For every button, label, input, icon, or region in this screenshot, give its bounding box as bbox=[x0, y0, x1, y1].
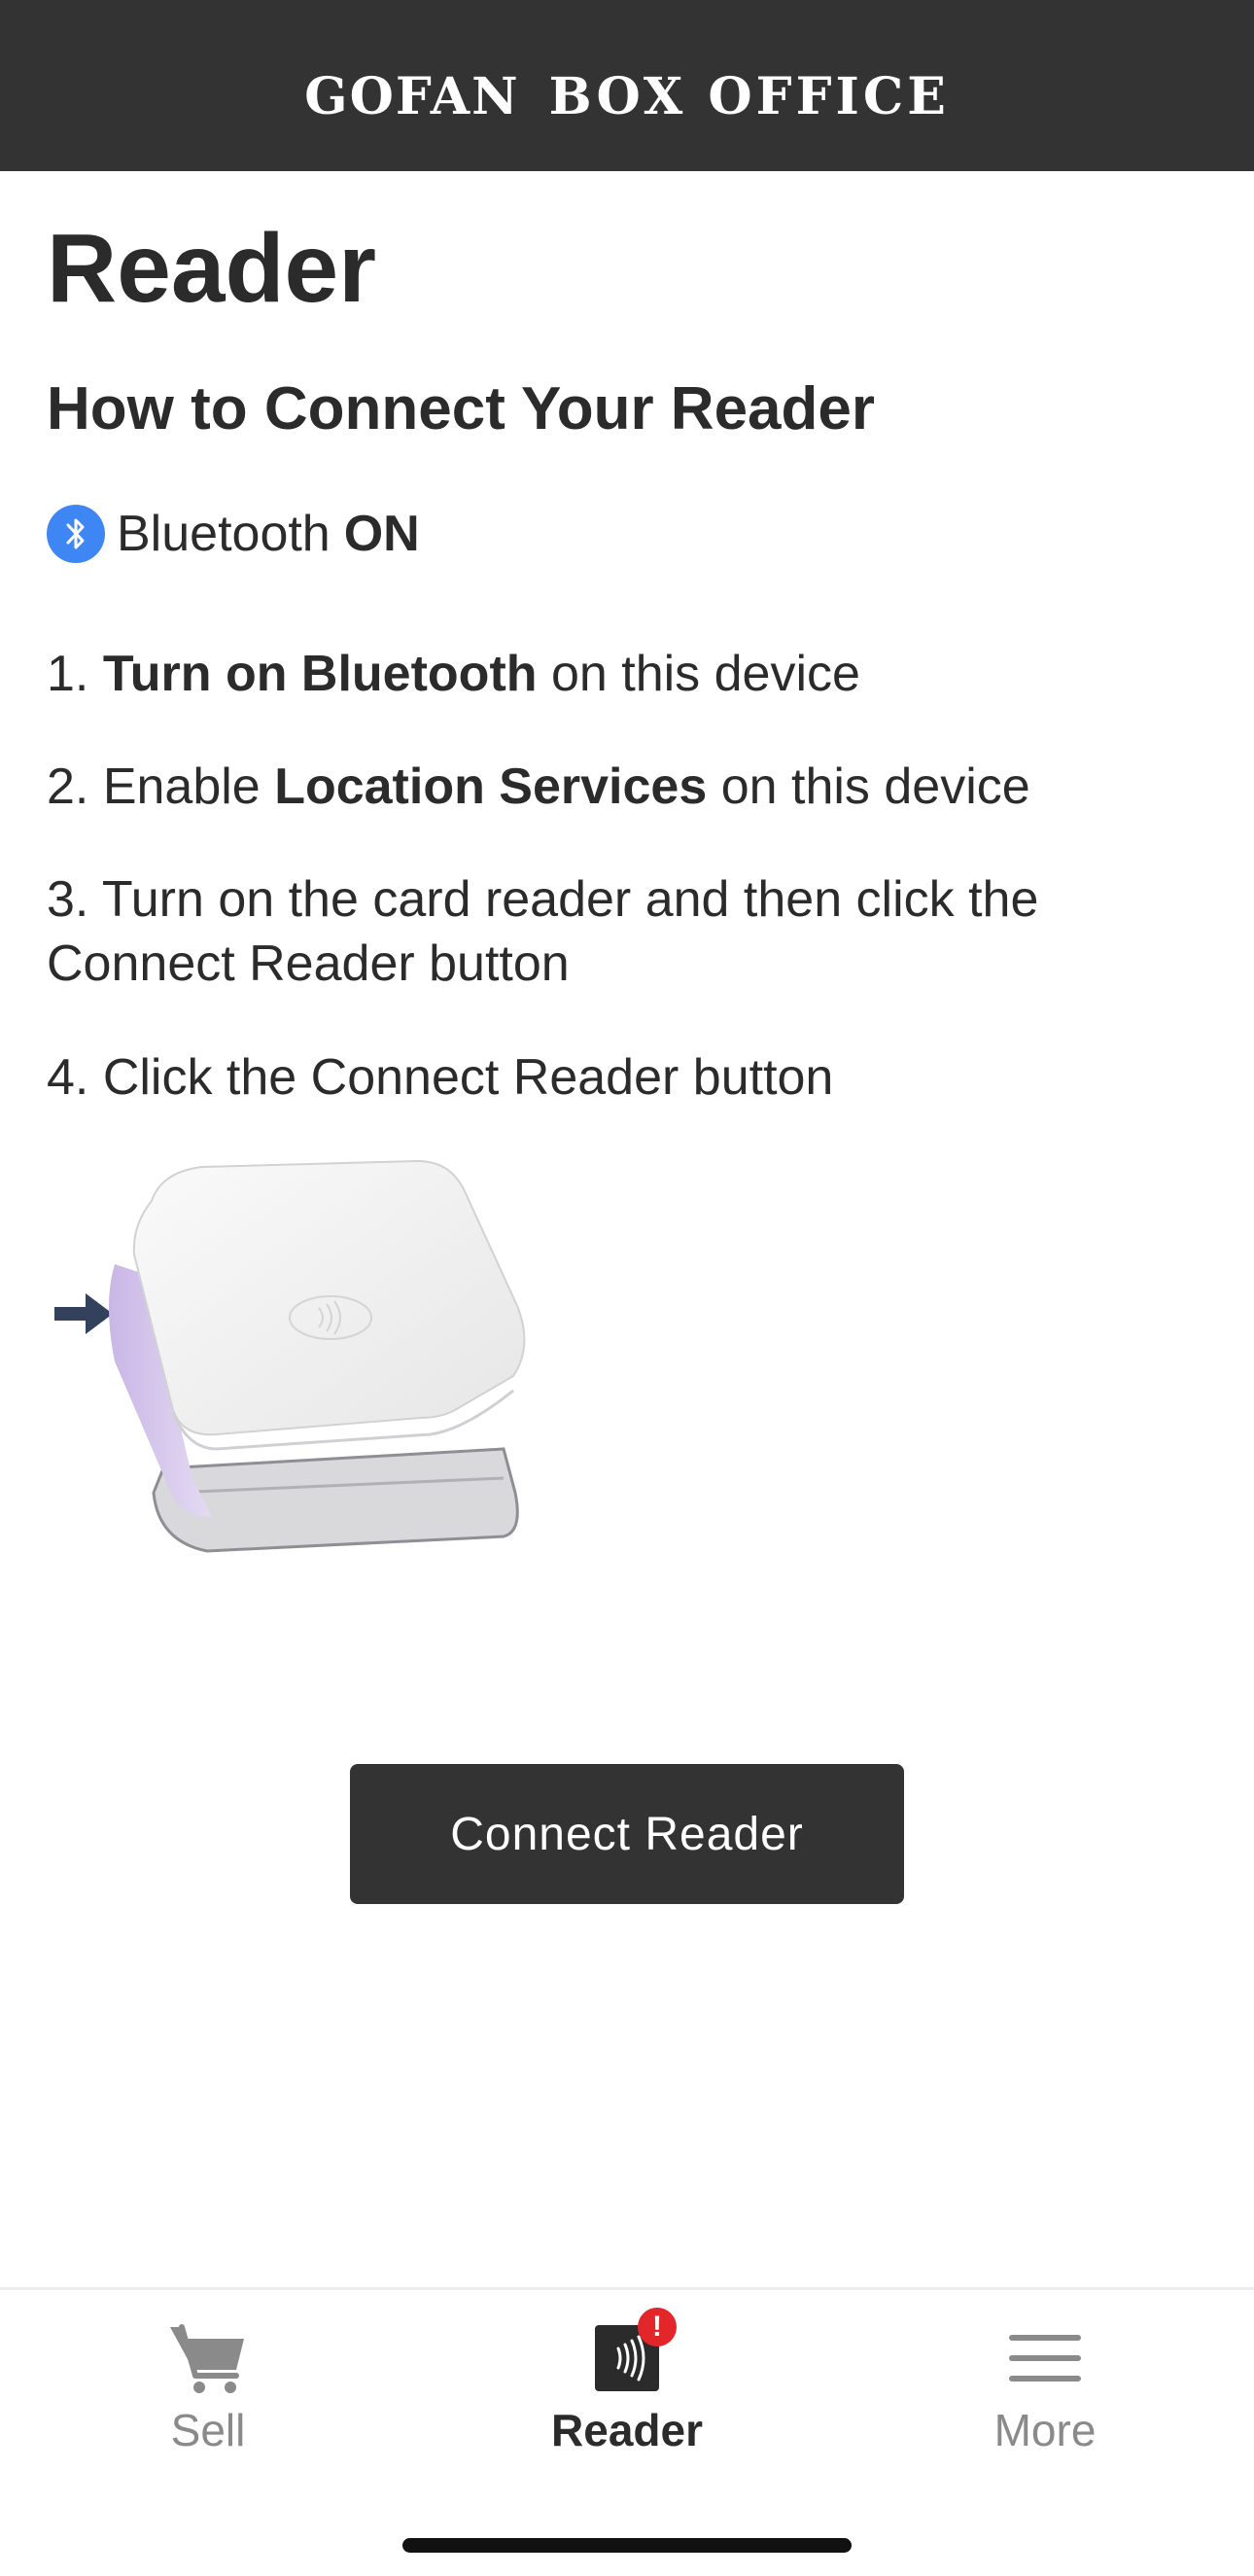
instructions-heading: How to Connect Your Reader bbox=[47, 375, 876, 442]
app-header: GOFAN BOX OFFICE bbox=[0, 0, 1254, 171]
card-reader-image bbox=[47, 1157, 533, 1575]
contactless-icon: ! bbox=[583, 2308, 677, 2397]
bluetooth-status: Bluetooth ON bbox=[47, 500, 420, 568]
connect-reader-button[interactable]: Connect Reader bbox=[350, 1764, 904, 1904]
step-1-prefix: 1. bbox=[47, 646, 103, 702]
tab-reader-label: Reader bbox=[551, 2405, 703, 2455]
step-1-suffix: on this device bbox=[537, 646, 860, 702]
alert-badge: ! bbox=[638, 2308, 677, 2347]
tab-sell[interactable]: Sell bbox=[62, 2319, 354, 2465]
menu-icon bbox=[1001, 2319, 1089, 2397]
page-title: Reader bbox=[47, 214, 377, 323]
step-2-prefix: 2. Enable bbox=[47, 759, 275, 815]
cart-icon bbox=[164, 2319, 252, 2397]
arrow-icon bbox=[54, 1293, 113, 1334]
logo-gofan: GOFAN bbox=[304, 67, 520, 126]
tab-reader[interactable]: ! Reader bbox=[481, 2308, 773, 2465]
home-indicator[interactable] bbox=[402, 2538, 852, 2553]
tab-more[interactable]: More bbox=[899, 2319, 1191, 2465]
step-1: 1. Turn on Bluetooth on this device bbox=[47, 642, 1207, 706]
bluetooth-state: ON bbox=[343, 506, 420, 562]
tab-more-label: More bbox=[993, 2405, 1097, 2455]
bluetooth-icon bbox=[47, 505, 105, 563]
app-logo: GOFAN BOX OFFICE bbox=[0, 68, 1254, 126]
tab-sell-label: Sell bbox=[170, 2405, 246, 2455]
step-2: 2. Enable Location Services on this devi… bbox=[47, 755, 1207, 819]
bluetooth-label: Bluetooth bbox=[117, 506, 331, 562]
step-1-emphasis: Turn on Bluetooth bbox=[102, 646, 538, 702]
bottom-tab-bar: Sell ! Reader More bbox=[0, 2287, 1254, 2576]
step-4: 4. Click the Connect Reader button bbox=[47, 1049, 834, 1106]
step-2-emphasis: Location Services bbox=[274, 759, 708, 815]
step-2-suffix: on this device bbox=[707, 759, 1030, 815]
logo-box-office: BOX OFFICE bbox=[548, 67, 950, 126]
step-3: 3. Turn on the card reader and then clic… bbox=[47, 871, 1039, 992]
